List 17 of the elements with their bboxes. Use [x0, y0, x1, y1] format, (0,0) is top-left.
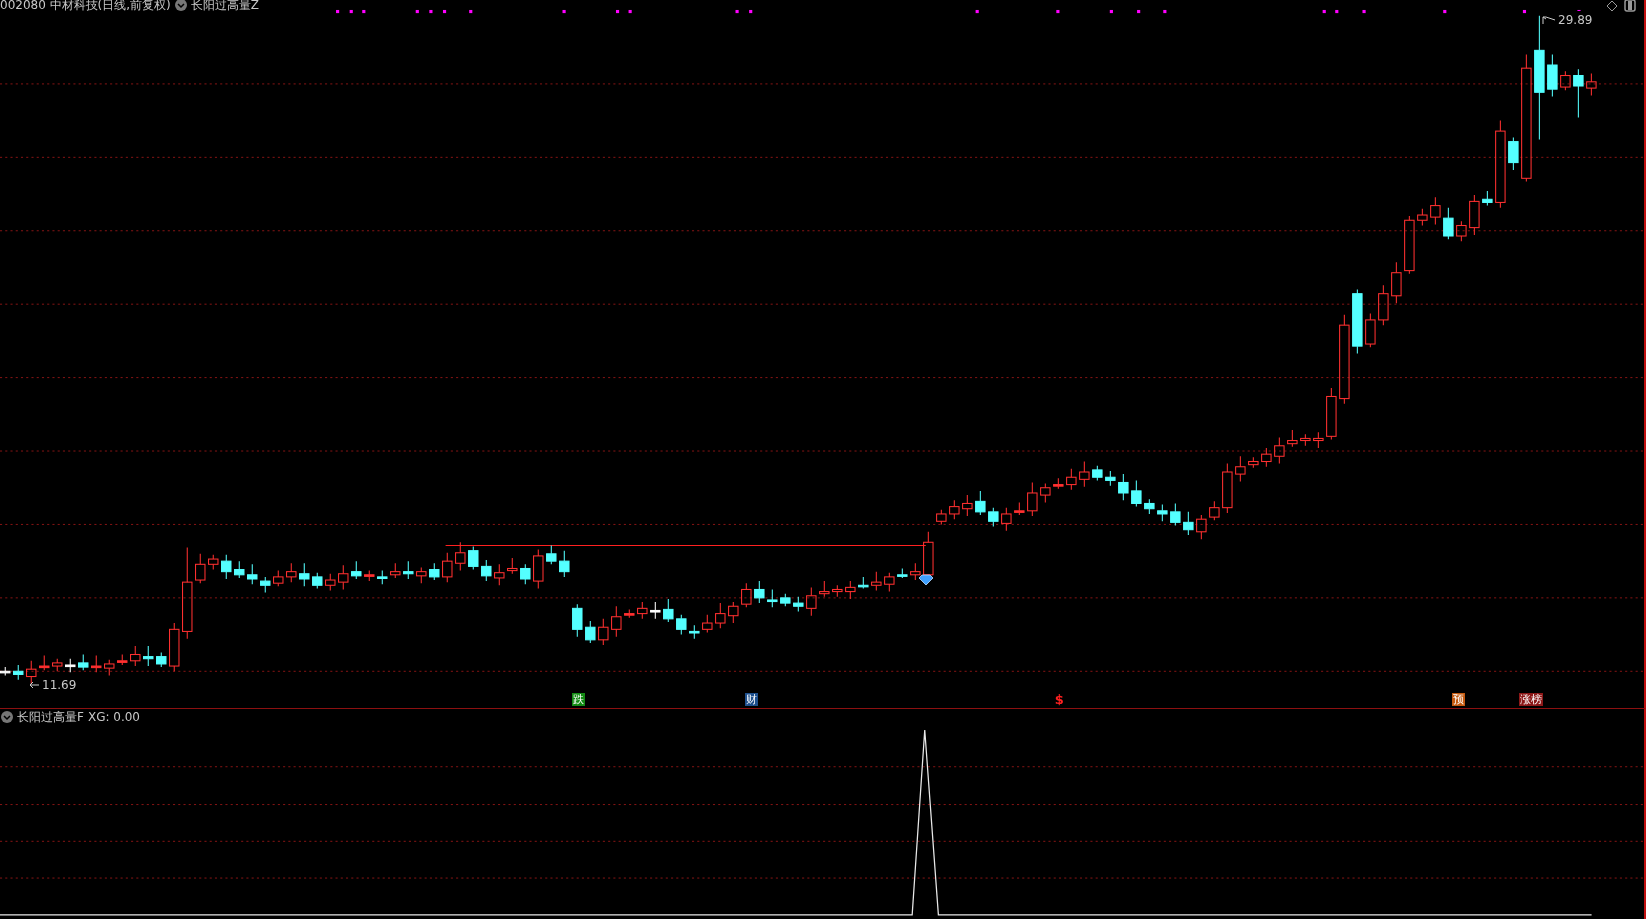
- chevron-down-icon[interactable]: [174, 0, 187, 11]
- event-marker: $: [1053, 693, 1065, 706]
- leader-arrow-icon: [28, 680, 40, 690]
- low-price-label: 11.69: [42, 677, 77, 694]
- indicator-reading: XG: 0.00: [87, 710, 140, 724]
- event-marker: 财: [744, 693, 758, 706]
- high-price-label: 29.89: [1558, 12, 1593, 29]
- chevron-down-icon[interactable]: [1, 711, 13, 723]
- event-marker: 预: [1451, 693, 1465, 706]
- indicator-name: 长阳过高量F: [17, 710, 84, 724]
- event-marker: 涨榜: [1519, 693, 1544, 706]
- diamond-icon: [918, 574, 934, 586]
- chart-title: 002080 中材科技(日线,前复权): [0, 0, 171, 12]
- diamond-icon[interactable]: [1606, 0, 1618, 12]
- leader-arrow-icon: [1542, 15, 1557, 25]
- panel-icon[interactable]: [1624, 0, 1636, 12]
- event-marker: 跌: [572, 693, 586, 706]
